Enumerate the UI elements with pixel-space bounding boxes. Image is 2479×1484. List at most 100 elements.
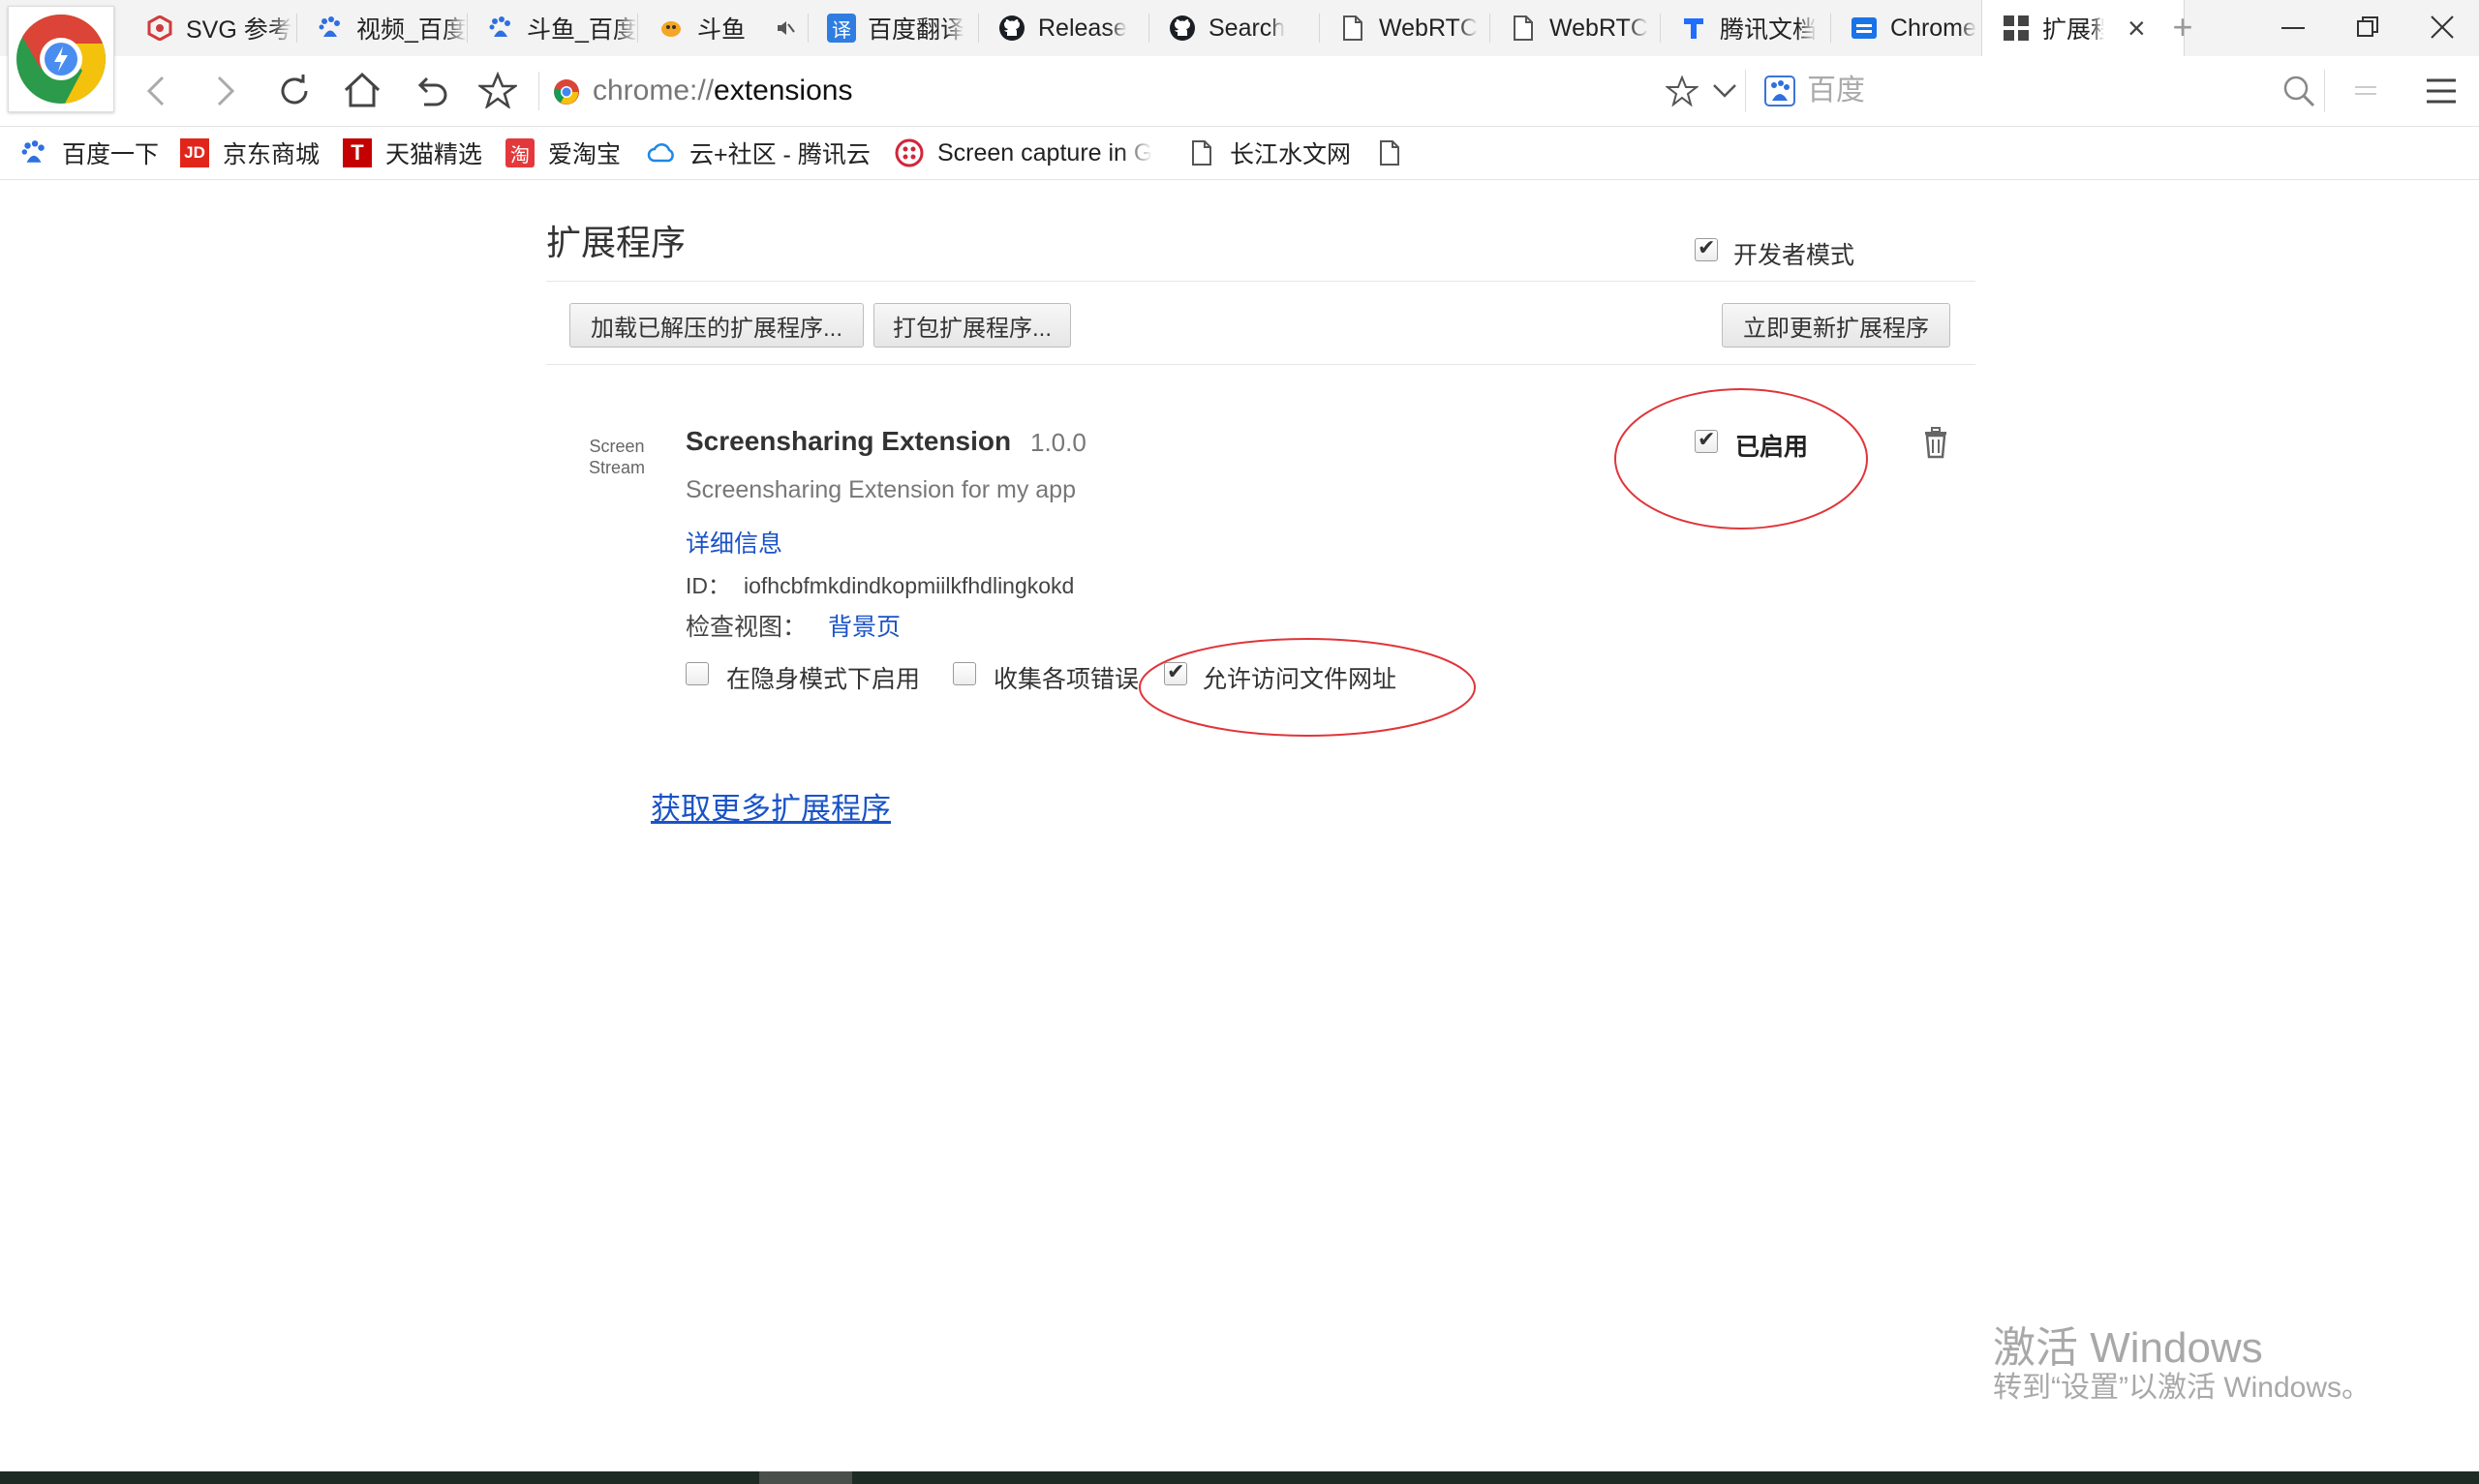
browser-logo[interactable] bbox=[8, 6, 114, 112]
bookmark-item[interactable] bbox=[1375, 127, 1418, 179]
tab-label: 斗鱼_百度 bbox=[527, 16, 637, 44]
back-icon[interactable] bbox=[143, 74, 170, 108]
reload-icon[interactable] bbox=[277, 74, 312, 108]
url-scheme: chrome:// bbox=[593, 75, 715, 106]
undo-close-tab-icon[interactable] bbox=[413, 74, 449, 108]
tab[interactable]: WebRTC bbox=[1319, 0, 1489, 56]
tab-label: SVG 参考 bbox=[186, 16, 292, 44]
pack-extension-button[interactable]: 打包扩展程序... bbox=[873, 303, 1071, 348]
extension-name: Screensharing Extension bbox=[686, 426, 1012, 456]
tab-label: 扩展程序 bbox=[2042, 16, 2104, 44]
extension-icon-text: Screen bbox=[589, 437, 645, 456]
close-tab-icon[interactable]: × bbox=[2127, 11, 2146, 46]
inspect-views: 检查视图： 背景页 bbox=[686, 608, 901, 643]
extension-id: ID： iofhcbfmkdindkopmiilkfhdlingkokd bbox=[686, 567, 1074, 600]
address-dropdown-icon[interactable] bbox=[1712, 83, 1737, 99]
bookmark-item[interactable]: JD 京东商城 bbox=[180, 127, 320, 179]
developer-mode-label[interactable]: 开发者模式 bbox=[1733, 236, 1854, 271]
baidu-translate-icon: 译 bbox=[827, 14, 856, 43]
tmall-icon: T bbox=[343, 138, 372, 167]
collect-errors-checkbox[interactable] bbox=[953, 662, 976, 685]
details-link[interactable]: 详细信息 bbox=[686, 525, 782, 560]
forward-icon[interactable] bbox=[211, 74, 238, 108]
address-input[interactable]: chrome://extensions bbox=[593, 74, 852, 108]
collect-errors-label[interactable]: 收集各项错误 bbox=[994, 660, 1139, 695]
bookmark-label: Screen capture in G bbox=[937, 138, 1153, 167]
screen-capture-icon bbox=[895, 138, 924, 167]
extension-id-label: ID： bbox=[686, 573, 730, 598]
tab-label: Search bbox=[1209, 14, 1286, 42]
minimize-icon[interactable] bbox=[2281, 27, 2305, 29]
incognito-checkbox[interactable] bbox=[686, 662, 709, 685]
extension-id-value: iofhcbfmkdindkopmiilkfhdlingkokd bbox=[744, 573, 1075, 598]
jd-icon: JD bbox=[180, 138, 209, 167]
taskbar-edge bbox=[0, 1471, 2479, 1484]
new-tab-icon[interactable]: + bbox=[2165, 10, 2200, 46]
taskbar-highlight bbox=[759, 1471, 852, 1484]
bookmark-label: 百度一下 bbox=[62, 141, 160, 168]
douyu-icon bbox=[657, 14, 686, 43]
tab-label: 视频_百度 bbox=[356, 16, 467, 44]
tab-strip: SVG 参考 视频_百度 斗鱼_百度 斗鱼 译 百度翻译 Release Sea… bbox=[0, 0, 2479, 112]
tab-label: Chrome bbox=[1890, 14, 1976, 42]
baidu-search-engine-icon[interactable] bbox=[1764, 76, 1795, 106]
tab[interactable]: 斗鱼 bbox=[637, 0, 808, 56]
load-unpacked-button[interactable]: 加载已解压的扩展程序... bbox=[569, 303, 864, 348]
tab-label: Release bbox=[1038, 14, 1127, 42]
chrome-page-icon bbox=[554, 79, 579, 105]
developer-mode-checkbox[interactable] bbox=[1695, 235, 1718, 261]
annotation-ellipse-file-access bbox=[1139, 638, 1476, 737]
tab[interactable]: 斗鱼_百度 bbox=[467, 0, 637, 56]
bookmark-label: 天猫精选 bbox=[385, 141, 483, 168]
chrome-logo-icon bbox=[16, 14, 106, 104]
update-extensions-button[interactable]: 立即更新扩展程序 bbox=[1722, 303, 1950, 348]
tencent-docs-icon bbox=[1679, 14, 1708, 43]
extension-description: Screensharing Extension for my app bbox=[686, 476, 1076, 503]
restore-icon[interactable] bbox=[2357, 16, 2378, 38]
bookmark-item[interactable]: 百度一下 bbox=[19, 127, 159, 179]
background-page-link[interactable]: 背景页 bbox=[828, 614, 901, 641]
bookmarks-bar: 百度一下 JD 京东商城 T 天猫精选 淘 爱淘宝 云+社区 - 腾讯云 Scr… bbox=[0, 127, 2479, 180]
tab[interactable]: 视频_百度 bbox=[296, 0, 467, 56]
page-title: 扩展程序 bbox=[546, 223, 687, 262]
bookmark-item[interactable]: 云+社区 - 腾讯云 bbox=[647, 127, 871, 179]
bookmark-item[interactable]: T 天猫精选 bbox=[343, 127, 482, 179]
taobao-icon: 淘 bbox=[505, 138, 535, 167]
tencent-cloud-icon bbox=[647, 138, 676, 167]
reader-icon[interactable] bbox=[2351, 81, 2380, 101]
search-icon[interactable] bbox=[2281, 74, 2316, 108]
muted-speaker-icon[interactable] bbox=[771, 14, 800, 43]
close-window-icon[interactable] bbox=[2431, 15, 2454, 39]
tab-extensions-active[interactable]: 扩展程序 × bbox=[1981, 0, 2185, 56]
menu-icon[interactable] bbox=[2425, 77, 2458, 105]
tab[interactable]: WebRTC bbox=[1489, 0, 1660, 56]
bookmark-item[interactable]: 淘 爱淘宝 bbox=[505, 127, 621, 179]
page-icon bbox=[1509, 14, 1538, 43]
bookmark-item[interactable]: Screen capture in G bbox=[895, 127, 1152, 179]
incognito-label[interactable]: 在隐身模式下启用 bbox=[726, 660, 920, 695]
bookmark-label: 爱淘宝 bbox=[548, 141, 622, 168]
inspect-views-label: 检查视图： bbox=[686, 614, 808, 641]
chrome-docs-icon bbox=[1850, 14, 1879, 43]
extension-version: 1.0.0 bbox=[1030, 428, 1086, 457]
tab[interactable]: 译 百度翻译 bbox=[808, 0, 978, 56]
bookmark-star-icon[interactable] bbox=[1666, 76, 1699, 106]
baidu-paw-icon bbox=[316, 14, 345, 43]
extension-icon: Screen Stream bbox=[581, 436, 653, 478]
tab-label: WebRTC bbox=[1549, 14, 1648, 42]
tab[interactable]: SVG 参考 bbox=[126, 0, 296, 56]
tab[interactable]: Chrome bbox=[1830, 0, 2001, 56]
more-extensions-link[interactable]: 获取更多扩展程序 bbox=[651, 784, 891, 828]
windows-watermark-subtitle: 转到“设置”以激活 Windows。 bbox=[1993, 1372, 2372, 1404]
search-input[interactable]: 百度 bbox=[1807, 74, 1865, 108]
tab[interactable]: 腾讯文档 bbox=[1660, 0, 1830, 56]
bookmark-item[interactable]: 长江水文网 bbox=[1187, 127, 1351, 179]
browser-toolbar: chrome://extensions 百度 bbox=[0, 56, 2479, 127]
trash-icon[interactable] bbox=[1921, 426, 1950, 459]
tab[interactable]: Search bbox=[1148, 0, 1319, 56]
url-path: extensions bbox=[714, 75, 853, 106]
home-icon[interactable] bbox=[343, 72, 382, 108]
baidu-paw-icon bbox=[19, 138, 48, 167]
tab[interactable]: Release bbox=[978, 0, 1148, 56]
favorite-star-icon[interactable] bbox=[478, 72, 517, 108]
